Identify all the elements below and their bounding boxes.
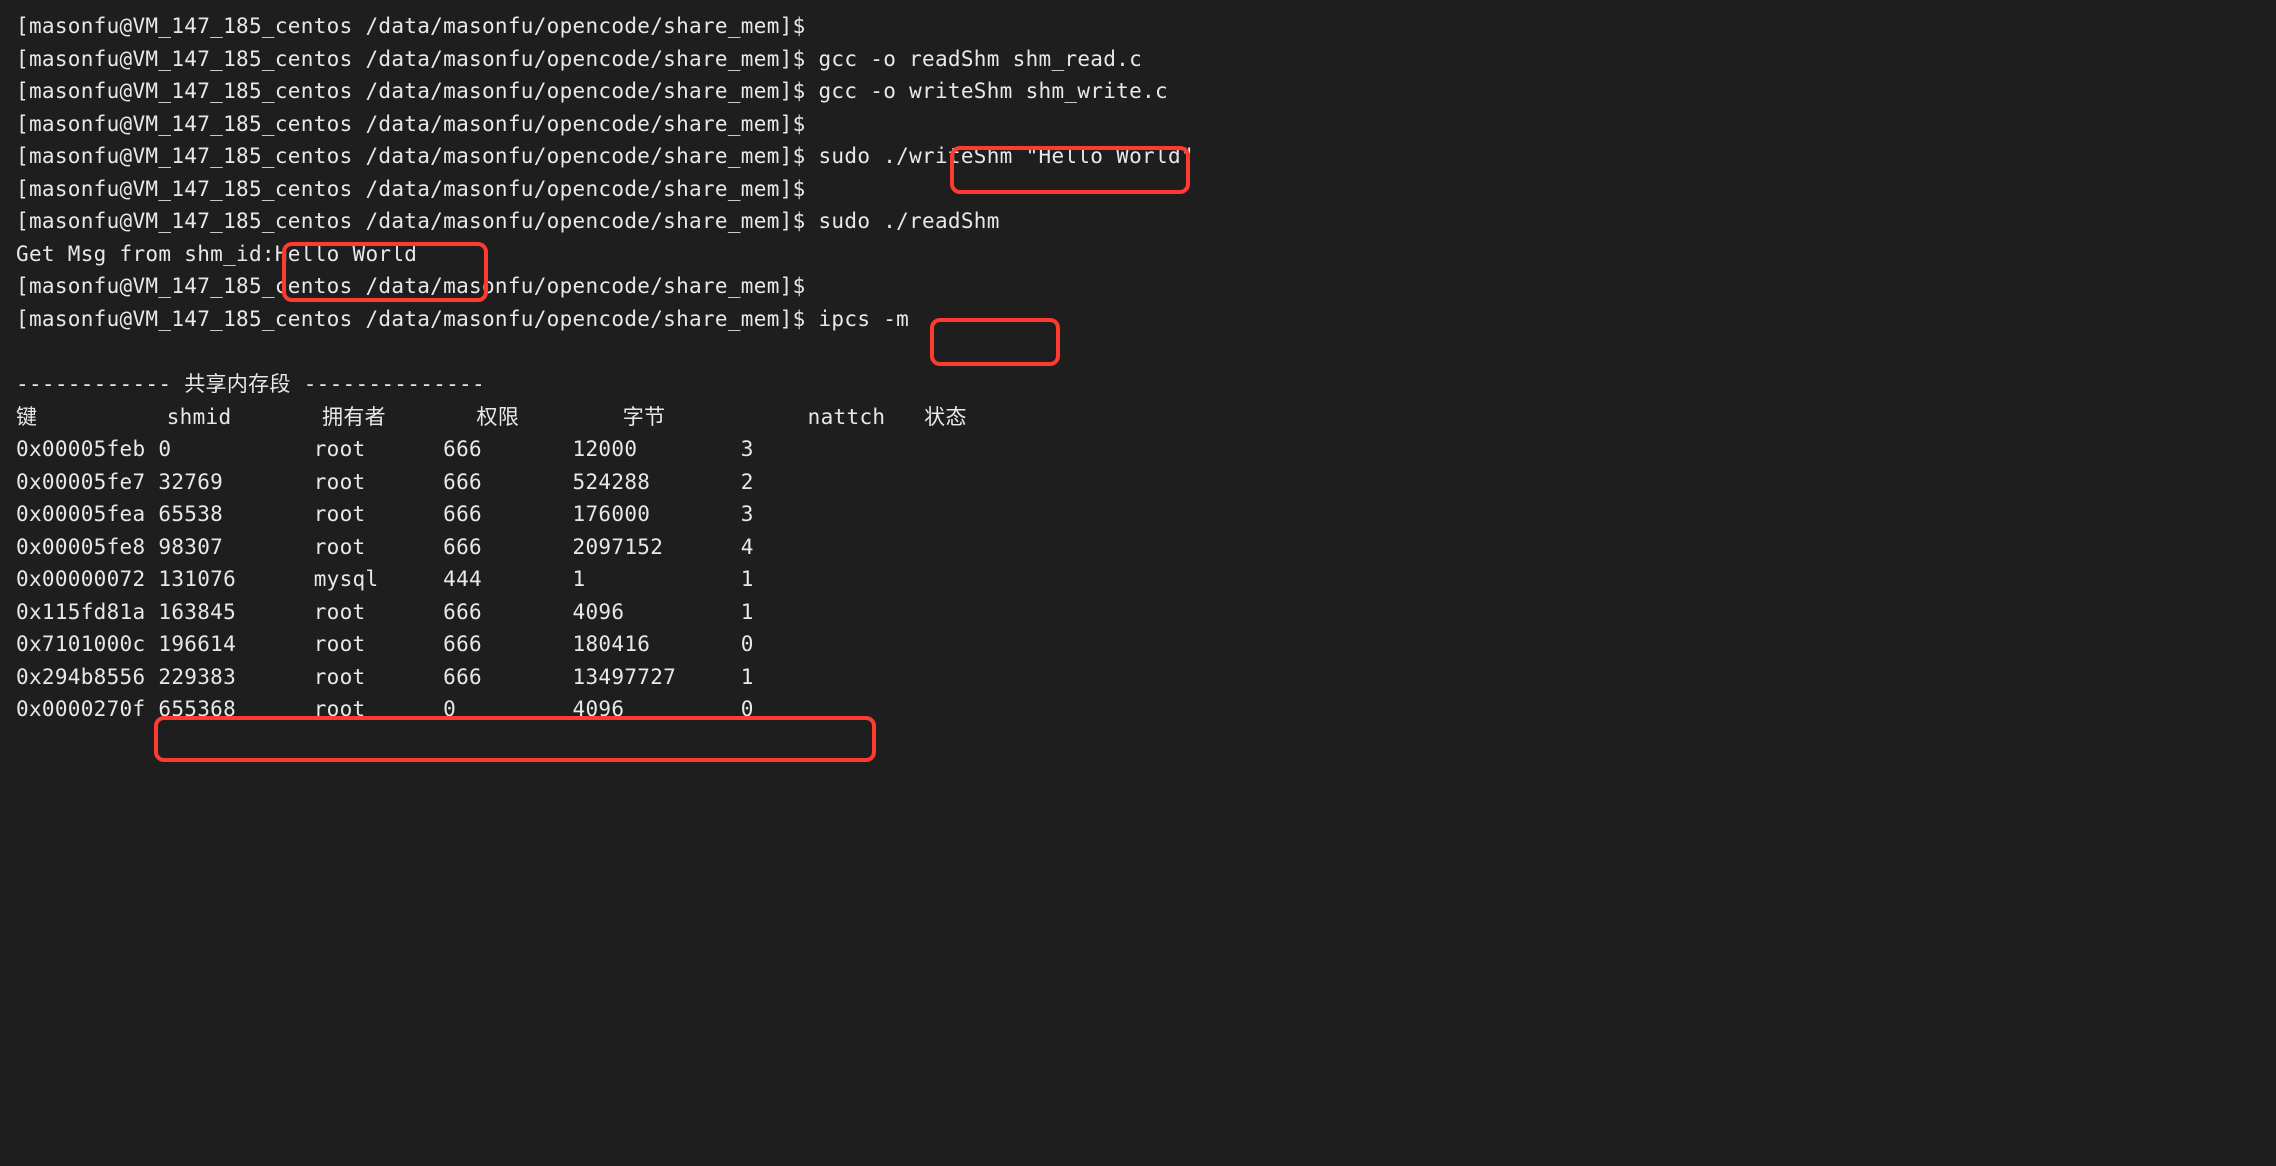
terminal-line: [masonfu@VM_147_185_centos /data/masonfu… xyxy=(16,10,2260,43)
ipcs-row: 0x00005fea 65538 root 666 176000 3 xyxy=(16,498,2260,531)
shell-prompt: [masonfu@VM_147_185_centos /data/masonfu… xyxy=(16,79,818,103)
ipcs-row: 0x00005feb 0 root 666 12000 3 xyxy=(16,433,2260,466)
shell-prompt: [masonfu@VM_147_185_centos /data/masonfu… xyxy=(16,177,818,201)
ipcs-title: ------------ 共享内存段 -------------- xyxy=(16,368,2260,401)
blank-line xyxy=(16,335,2260,368)
shell-prompt: [masonfu@VM_147_185_centos /data/masonfu… xyxy=(16,209,818,233)
ipcs-row: 0x294b8556 229383 root 666 13497727 1 xyxy=(16,661,2260,694)
terminal-line: [masonfu@VM_147_185_centos /data/masonfu… xyxy=(16,205,2260,238)
command-input[interactable]: sudo ./writeShm "Hello World" xyxy=(818,144,1193,168)
ipcs-row: 0x0000270f 655368 root 0 4096 0 xyxy=(16,693,2260,726)
ipcs-row: 0x7101000c 196614 root 666 180416 0 xyxy=(16,628,2260,661)
terminal-output: Get Msg from shm_id:Hello World xyxy=(16,238,2260,271)
shell-prompt: [masonfu@VM_147_185_centos /data/masonfu… xyxy=(16,112,818,136)
terminal-line: [masonfu@VM_147_185_centos /data/masonfu… xyxy=(16,140,2260,173)
ipcs-row: 0x115fd81a 163845 root 666 4096 1 xyxy=(16,596,2260,629)
shell-prompt: [masonfu@VM_147_185_centos /data/masonfu… xyxy=(16,47,818,71)
command-input[interactable]: gcc -o readShm shm_read.c xyxy=(818,47,1142,71)
shell-prompt: [masonfu@VM_147_185_centos /data/masonfu… xyxy=(16,14,818,38)
ipcs-row: 0x00005fe8 98307 root 666 2097152 4 xyxy=(16,531,2260,564)
terminal-line: [masonfu@VM_147_185_centos /data/masonfu… xyxy=(16,173,2260,206)
command-input[interactable]: gcc -o writeShm shm_write.c xyxy=(818,79,1167,103)
ipcs-row: 0x00005fe7 32769 root 666 524288 2 xyxy=(16,466,2260,499)
command-input[interactable]: sudo ./readShm xyxy=(818,209,999,233)
terminal-line: [masonfu@VM_147_185_centos /data/masonfu… xyxy=(16,270,2260,303)
terminal-line: [masonfu@VM_147_185_centos /data/masonfu… xyxy=(16,303,2260,336)
terminal-line: [masonfu@VM_147_185_centos /data/masonfu… xyxy=(16,43,2260,76)
command-input[interactable]: ipcs -m xyxy=(818,307,909,331)
ipcs-header-row: 键 shmid 拥有者 权限 字节 nattch 状态 xyxy=(16,401,2260,434)
terminal-line: [masonfu@VM_147_185_centos /data/masonfu… xyxy=(16,108,2260,141)
ipcs-row: 0x00000072 131076 mysql 444 1 1 xyxy=(16,563,2260,596)
terminal-line: [masonfu@VM_147_185_centos /data/masonfu… xyxy=(16,75,2260,108)
shell-prompt: [masonfu@VM_147_185_centos /data/masonfu… xyxy=(16,274,818,298)
terminal-window: [masonfu@VM_147_185_centos /data/masonfu… xyxy=(16,10,2260,726)
shell-prompt: [masonfu@VM_147_185_centos /data/masonfu… xyxy=(16,144,818,168)
shell-prompt: [masonfu@VM_147_185_centos /data/masonfu… xyxy=(16,307,818,331)
